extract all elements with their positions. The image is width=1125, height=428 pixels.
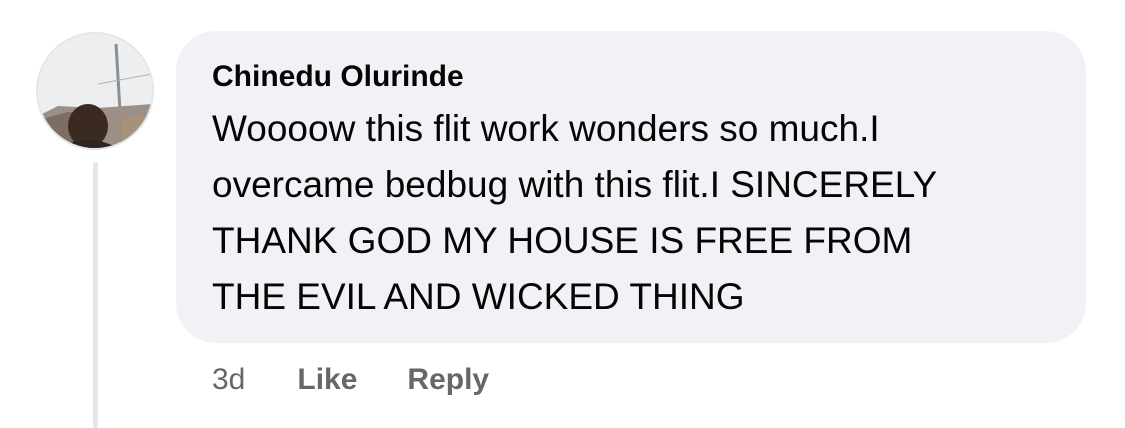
comment: Chinedu Olurinde Woooow this flit work w… xyxy=(0,0,1125,428)
comment-actions: 3d Like Reply xyxy=(212,360,539,400)
reply-button[interactable]: Reply xyxy=(407,360,489,400)
like-button[interactable]: Like xyxy=(297,360,357,400)
avatar-photo xyxy=(38,34,152,148)
comment-author[interactable]: Chinedu Olurinde xyxy=(212,59,1050,95)
comment-bubble: Chinedu Olurinde Woooow this flit work w… xyxy=(176,31,1086,343)
comment-timestamp[interactable]: 3d xyxy=(212,360,245,400)
thread-line xyxy=(93,162,98,428)
comment-text: Woooow this flit work wonders so much.I … xyxy=(212,108,938,317)
avatar[interactable] xyxy=(36,32,154,150)
